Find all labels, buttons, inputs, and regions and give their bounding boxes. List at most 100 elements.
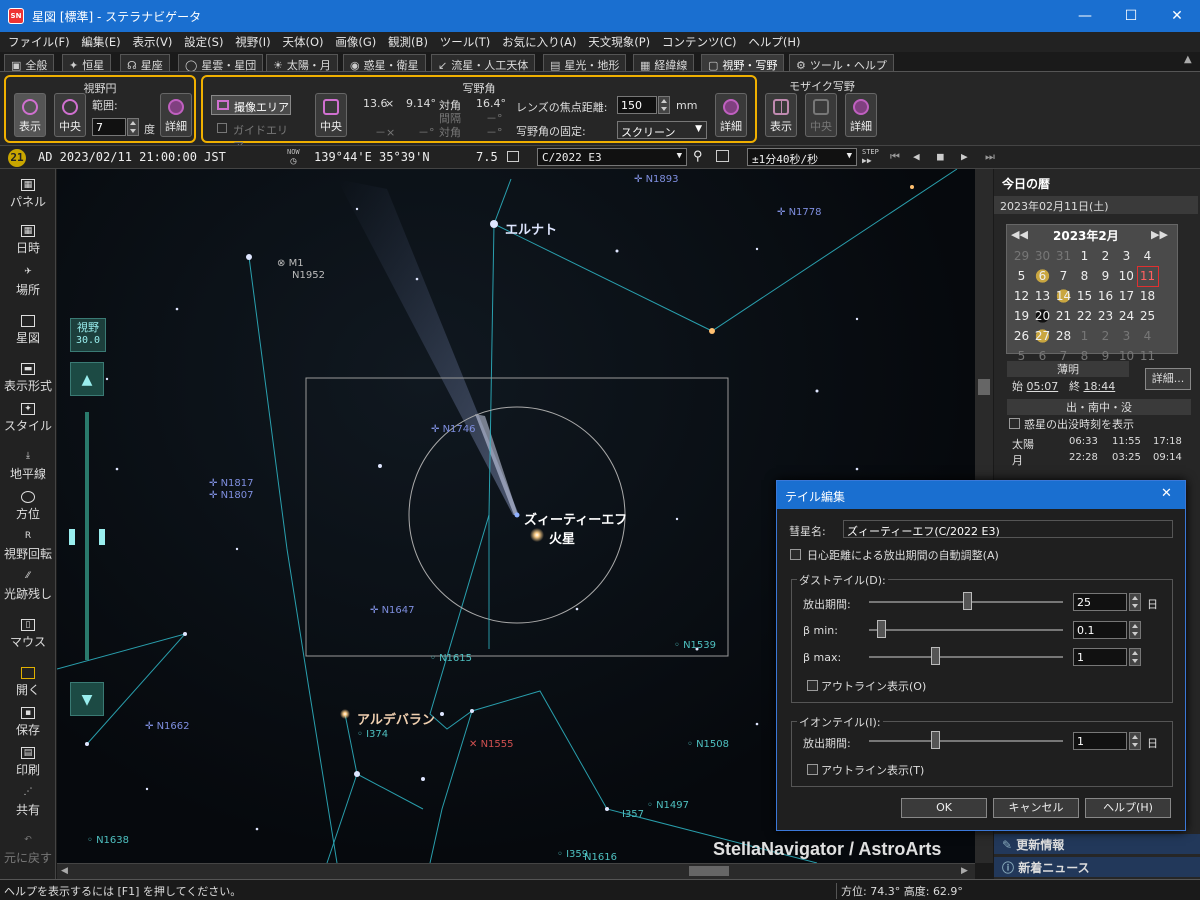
next-year-icon[interactable]: ▶▶ — [1151, 228, 1168, 241]
style-button[interactable]: ✦ スタイル — [0, 403, 56, 434]
menu-edit[interactable]: 編集(E) — [73, 32, 120, 50]
label-mars[interactable]: 火星 — [549, 528, 575, 547]
fast-forward-icon[interactable]: ⏭ — [985, 150, 995, 164]
planet-rise-checkbox[interactable] — [1009, 418, 1020, 429]
photo-detail-button[interactable]: 詳細 — [715, 93, 747, 137]
play-icon[interactable]: ▶ — [961, 150, 968, 163]
print-button[interactable]: ▤ 印刷 — [0, 747, 56, 778]
fov-range-spinner[interactable] — [127, 118, 139, 136]
label-n1817[interactable]: ✛ N1817 — [209, 478, 254, 489]
calendar-grid[interactable]: 29 30 31 1234 567 8 9 10 11 12 13 14 15 16 17 18 1… — [1011, 246, 1159, 366]
menu-tools[interactable]: ツール(T) — [432, 32, 491, 50]
label-n1746[interactable]: ✛ N1746 — [431, 424, 476, 435]
cancel-button[interactable]: キャンセル — [993, 798, 1079, 818]
keyboard-icon[interactable] — [507, 151, 519, 162]
beta-max-thumb[interactable] — [931, 647, 940, 665]
beta-min-slider[interactable] — [869, 629, 1063, 631]
starmap-button[interactable]: 星図 — [0, 315, 56, 346]
dust-period-thumb[interactable] — [963, 592, 972, 610]
minimize-button[interactable]: — — [1062, 0, 1108, 32]
dialog-close-button[interactable]: ✕ — [1161, 486, 1172, 501]
label-i357[interactable]: I357 — [622, 809, 644, 820]
menu-observe[interactable]: 観測(B) — [380, 32, 428, 50]
trail-button[interactable]: ⁄⁄ 光跡残し — [0, 571, 56, 602]
label-n1616[interactable]: N1616 — [584, 852, 617, 863]
beta-max-input[interactable]: 1 — [1073, 648, 1127, 666]
horizontal-scroll-thumb[interactable] — [689, 866, 729, 876]
label-n1638[interactable]: ◦ N1638 — [87, 835, 129, 846]
list-icon[interactable] — [716, 150, 729, 162]
zoom-in-button[interactable]: ▲ — [70, 362, 104, 396]
label-n1555[interactable]: ✕ N1555 — [469, 739, 514, 750]
menu-image[interactable]: 画像(G) — [327, 32, 376, 50]
rewind-icon[interactable]: ⏮ — [890, 150, 900, 164]
share-button[interactable]: ⋰ 共有 — [0, 787, 56, 818]
mosaic-show-button[interactable]: 表示 — [765, 93, 797, 137]
ok-button[interactable]: OK — [901, 798, 987, 818]
now-button[interactable]: NOW ◷ — [287, 148, 300, 167]
menu-settings[interactable]: 設定(S) — [176, 32, 223, 50]
mouse-button[interactable]: ▯ マウス — [0, 619, 56, 650]
ribbon-collapse-icon[interactable]: ▲ — [1184, 54, 1192, 65]
menu-objects[interactable]: 天体(O) — [274, 32, 323, 50]
dust-period-input[interactable]: 25 — [1073, 593, 1127, 611]
direction-button[interactable]: 方位 — [0, 491, 56, 522]
panel-button[interactable]: ▦ パネル — [0, 179, 56, 210]
menu-view[interactable]: 表示(V) — [125, 32, 173, 50]
horizon-button[interactable]: ⤓ 地平線 — [0, 451, 56, 482]
menu-file[interactable]: ファイル(F) — [0, 32, 70, 50]
comet-head[interactable] — [514, 512, 520, 518]
mosaic-center-button[interactable]: 中央 — [805, 93, 837, 137]
label-m1[interactable]: ⊗ M1 — [277, 258, 304, 269]
label-elnath[interactable]: エルナト — [505, 219, 557, 238]
ion-period-slider[interactable] — [869, 740, 1063, 742]
focal-length-spinner[interactable] — [658, 96, 670, 114]
menu-contents[interactable]: コンテンツ(C) — [654, 32, 737, 50]
auto-period-checkbox[interactable] — [790, 549, 801, 560]
mosaic-detail-button[interactable]: 詳細 — [845, 93, 877, 137]
object-search-select[interactable]: C/2022 E3 ▼ — [537, 148, 687, 166]
moon-age-badge[interactable]: 21 — [8, 149, 26, 167]
beta-max-slider[interactable] — [869, 656, 1063, 658]
help-button[interactable]: ヘルプ(H) — [1085, 798, 1171, 818]
label-n1893[interactable]: ✛ N1893 — [634, 174, 679, 185]
save-button[interactable]: ▪ 保存 — [0, 707, 56, 738]
news-latest-item[interactable]: ⓘ 新着ニュース — [994, 857, 1200, 877]
location-button[interactable]: ✈ 場所 — [0, 267, 56, 298]
step-button[interactable]: STEP ▶▶ — [862, 148, 879, 165]
fov-range-input[interactable]: 7 — [92, 118, 126, 136]
prev-year-icon[interactable]: ◀◀ — [1011, 228, 1028, 241]
fov-detail-button[interactable]: 詳細 — [160, 93, 192, 137]
zoom-out-button[interactable]: ▼ — [70, 682, 104, 716]
mini-calendar[interactable]: ◀◀ 2023年2月 ▶▶ 29 30 31 1234 567 8 9 10 11 12 1… — [1006, 224, 1178, 363]
twilight-detail-button[interactable]: 詳細... — [1145, 368, 1191, 390]
menu-phenomena[interactable]: 天文現象(P) — [580, 32, 650, 50]
datetime-display[interactable]: AD 2023/02/11 21:00:00 JST — [38, 150, 226, 164]
label-n1662[interactable]: ✛ N1662 — [145, 721, 190, 732]
horizontal-scrollbar[interactable]: ◀ ▶ — [57, 863, 975, 879]
beta-min-spinner[interactable] — [1129, 621, 1141, 639]
label-n1615[interactable]: ◦ N1615 — [430, 653, 472, 664]
vertical-scroll-thumb[interactable] — [978, 379, 990, 395]
label-n1807[interactable]: ✛ N1807 — [209, 490, 254, 501]
label-n1647[interactable]: ✛ N1647 — [370, 605, 415, 616]
ion-period-thumb[interactable] — [931, 731, 940, 749]
stop-icon[interactable]: ■ — [937, 150, 944, 163]
dust-period-spinner[interactable] — [1129, 593, 1141, 611]
beta-max-spinner[interactable] — [1129, 648, 1141, 666]
label-n1952[interactable]: N1952 — [292, 270, 325, 281]
label-aldebaran[interactable]: アルデバラン — [357, 709, 435, 728]
zoom-slider-handle[interactable] — [69, 529, 105, 545]
label-comet-ztf[interactable]: ズィーティーエフ — [524, 509, 627, 528]
search-icon[interactable]: ⚲ — [693, 149, 703, 164]
beta-min-input[interactable]: 0.1 — [1073, 621, 1127, 639]
open-button[interactable]: 開く — [0, 667, 56, 698]
sensor-area-button[interactable]: 撮像エリア — [211, 95, 291, 115]
beta-min-thumb[interactable] — [877, 620, 886, 638]
fov-fix-select[interactable]: スクリーン ▼ — [617, 121, 707, 139]
label-i374[interactable]: ◦ I374 — [357, 729, 388, 740]
display-format-button[interactable]: ▬ 表示形式 — [0, 363, 56, 394]
location-display[interactable]: 139°44'E 35°39'N — [314, 150, 430, 164]
fov-show-button[interactable]: 表示 — [14, 93, 46, 137]
label-n1497[interactable]: ◦ N1497 — [647, 800, 689, 811]
